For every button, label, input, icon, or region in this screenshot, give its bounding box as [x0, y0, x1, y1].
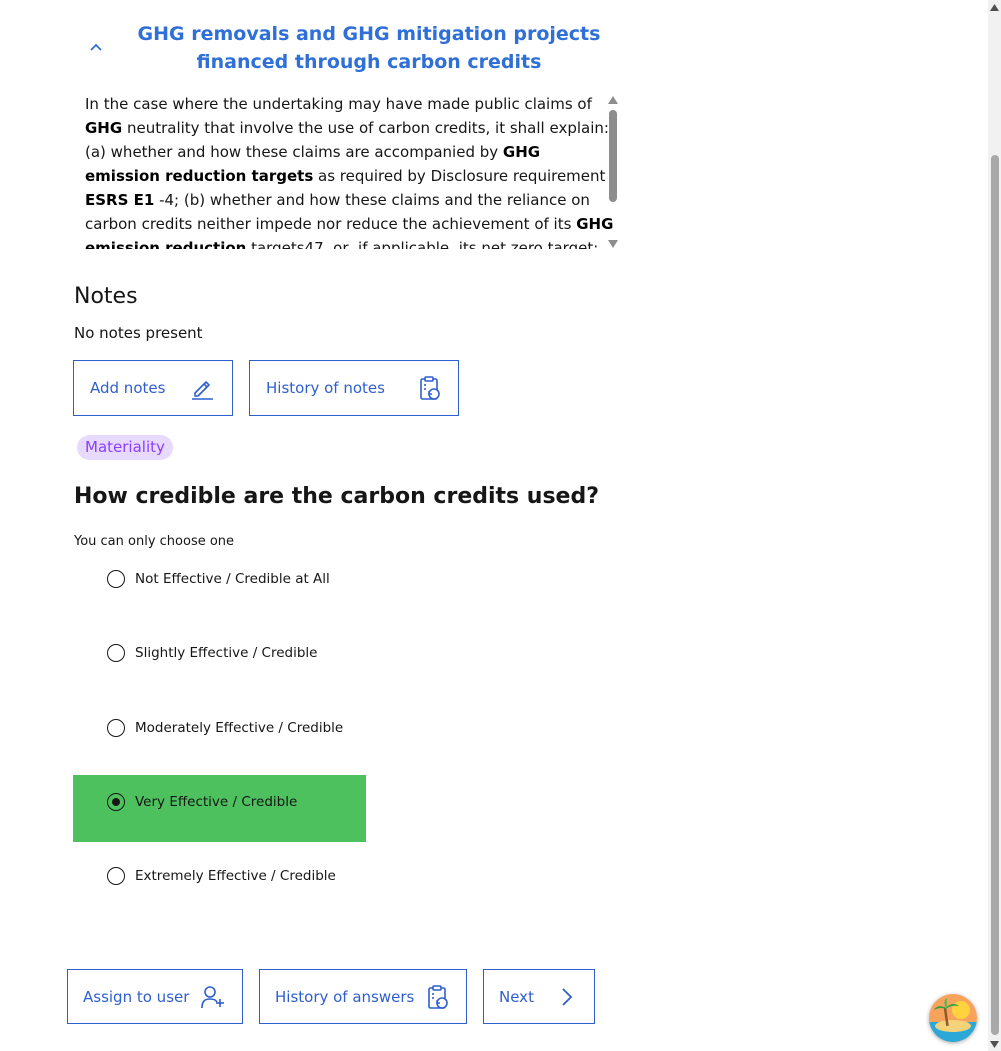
beach-island-icon	[929, 994, 977, 1042]
page-content: GHG removals and GHG mitigation projects…	[0, 0, 988, 1051]
clipboard-history-icon	[420, 376, 440, 400]
user-add-icon	[201, 986, 224, 1009]
accordion-body: In the case where the undertaking may ha…	[85, 92, 615, 249]
radio-option-label: Not Effective / Credible at All	[135, 571, 330, 587]
history-of-notes-label: History of notes	[266, 379, 385, 397]
radio-option-moderately-effective[interactable]: Moderately Effective / Credible	[73, 694, 366, 761]
chevron-up-icon[interactable]	[89, 40, 103, 54]
history-of-notes-button[interactable]: History of notes	[249, 360, 459, 416]
accordion-body-text: -4; (b) whether and how these claims and…	[85, 191, 590, 233]
radio-option-extremely-effective[interactable]: Extremely Effective / Credible	[73, 842, 366, 909]
accordion-body-term: ESRS E1	[85, 191, 155, 209]
accordion-body-text: In the case where the undertaking may ha…	[85, 95, 592, 113]
accordion-scrollbar[interactable]	[606, 92, 620, 250]
next-button[interactable]: Next	[483, 969, 595, 1024]
radio-option-very-effective[interactable]: Very Effective / Credible	[73, 775, 366, 842]
radio-button[interactable]	[107, 867, 125, 885]
chevron-right-icon	[562, 988, 573, 1006]
page-scroll-thumb[interactable]	[991, 155, 999, 1035]
assistant-avatar[interactable]	[929, 994, 977, 1042]
history-of-answers-button[interactable]: History of answers	[259, 969, 467, 1024]
history-of-answers-label: History of answers	[275, 988, 415, 1006]
radio-button[interactable]	[107, 644, 125, 662]
add-notes-label: Add notes	[90, 379, 166, 397]
materiality-tag: Materiality	[77, 435, 173, 460]
radio-option-label: Slightly Effective / Credible	[135, 645, 318, 661]
radio-button-checked[interactable]	[107, 793, 125, 811]
scroll-down-arrow-icon[interactable]	[990, 1041, 999, 1048]
add-notes-button[interactable]: Add notes	[73, 360, 233, 416]
accordion-scroll-thumb[interactable]	[609, 110, 617, 202]
radio-option-slightly-effective[interactable]: Slightly Effective / Credible	[73, 619, 366, 686]
assign-to-user-label: Assign to user	[83, 988, 190, 1006]
assign-to-user-button[interactable]: Assign to user	[67, 969, 243, 1024]
clipboard-history-icon	[428, 985, 448, 1009]
question-title: How credible are the carbon credits used…	[74, 484, 599, 509]
edit-pencil-icon	[192, 381, 213, 400]
radio-dot	[111, 797, 120, 806]
scroll-up-arrow-icon[interactable]	[990, 4, 999, 11]
notes-heading: Notes	[74, 284, 138, 309]
accordion-body-text: as required by Disclosure requirement	[313, 167, 606, 185]
page-scrollbar[interactable]	[988, 0, 1001, 1051]
radio-option-label: Extremely Effective / Credible	[135, 868, 336, 884]
radio-option-label: Very Effective / Credible	[135, 794, 298, 810]
notes-empty-text: No notes present	[74, 324, 203, 342]
scroll-down-arrow-icon[interactable]	[608, 240, 618, 248]
radio-button[interactable]	[107, 570, 125, 588]
scroll-up-arrow-icon[interactable]	[608, 96, 618, 104]
accordion-body-term: GHG	[85, 119, 123, 137]
radio-button[interactable]	[107, 719, 125, 737]
radio-option-not-effective[interactable]: Not Effective / Credible at All	[73, 545, 366, 612]
radio-option-label: Moderately Effective / Credible	[135, 720, 344, 736]
next-label: Next	[499, 988, 534, 1006]
accordion-title[interactable]: GHG removals and GHG mitigation projects…	[118, 20, 620, 76]
